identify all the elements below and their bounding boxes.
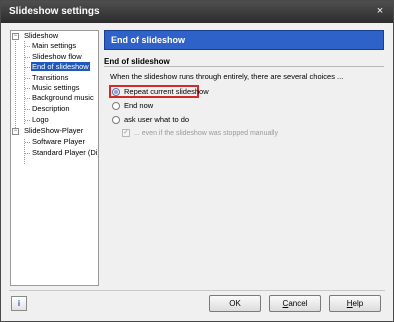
radio-label: End now	[124, 101, 154, 110]
tree-branch	[25, 67, 30, 68]
radio-ask-user[interactable]: ask user what to do	[112, 114, 189, 125]
tree-connector	[15, 39, 16, 134]
tree-node-label: SlideShow-Player	[24, 126, 84, 135]
tree-node-standard-player[interactable]: Standard Player (Di...	[31, 148, 99, 158]
tree-connector	[24, 41, 25, 124]
description-text: When the slideshow runs through entirely…	[110, 72, 344, 81]
tree-branch	[25, 98, 30, 99]
section-header: End of slideshow	[104, 30, 384, 50]
tree-node-label: Slideshow	[24, 31, 59, 40]
tree-branch	[25, 153, 30, 154]
tree-node-logo[interactable]: Logo	[31, 115, 50, 125]
tree-node-transitions[interactable]: Transitions	[31, 73, 69, 83]
radio-button-checked[interactable]	[112, 87, 120, 96]
tree-node-background-music[interactable]: Background music	[31, 93, 95, 103]
tree-node-label: Standard Player (Di...	[32, 148, 99, 157]
radio-button[interactable]	[112, 115, 120, 124]
tree-node-label: Background music	[32, 93, 94, 102]
tree-node-main-settings[interactable]: Main settings	[31, 41, 77, 51]
tree-node-label: Music settings	[32, 83, 80, 92]
tree-node-slideshow[interactable]: Slideshow	[23, 31, 59, 41]
tree-branch	[25, 88, 30, 89]
close-icon[interactable]: ×	[373, 4, 387, 18]
tree-branch	[25, 46, 30, 47]
even-if-stopped-checkbox-row[interactable]: ✓ ... even if the slideshow was stopped …	[122, 129, 278, 137]
checkbox-checked-disabled[interactable]: ✓	[122, 129, 130, 137]
tree-node-slideshow-player[interactable]: SlideShow-Player	[23, 126, 84, 136]
radio-label: ask user what to do	[124, 115, 190, 124]
help-button[interactable]: Help	[329, 295, 381, 312]
tree-branch	[25, 78, 30, 79]
tree-node-label: Transitions	[32, 73, 69, 82]
collapse-toggle-icon[interactable]: −	[12, 33, 19, 40]
tree-branch	[25, 57, 30, 58]
group-divider	[104, 66, 384, 67]
tree-node-label: Main settings	[32, 41, 77, 50]
collapse-toggle-icon[interactable]: −	[12, 128, 19, 135]
radio-repeat-slideshow[interactable]: Repeat current slideshow	[112, 86, 209, 97]
tree-node-slideshow-flow[interactable]: Slideshow flow	[31, 52, 83, 62]
cancel-label-rest: ancel	[288, 299, 308, 308]
tree-node-description[interactable]: Description	[31, 104, 71, 114]
tree-node-software-player[interactable]: Software Player	[31, 137, 86, 147]
group-title: End of slideshow	[104, 57, 170, 66]
tree-branch	[25, 109, 30, 110]
tree-node-label: End of slideshow	[31, 62, 90, 71]
tree-branch	[25, 120, 30, 121]
tree-node-label: Description	[32, 104, 70, 113]
tree-node-end-of-slideshow[interactable]: End of slideshow	[31, 62, 90, 72]
ok-button[interactable]: OK	[209, 295, 261, 312]
footer-divider	[9, 290, 385, 291]
tree-node-label: Logo	[32, 115, 49, 124]
cancel-button[interactable]: Cancel	[269, 295, 321, 312]
title-bar[interactable]: Slideshow settings ×	[1, 1, 393, 23]
checkbox-label: ... even if the slideshow was stopped ma…	[134, 129, 278, 137]
radio-end-now[interactable]: End now	[112, 100, 153, 111]
radio-button[interactable]	[112, 101, 120, 110]
slideshow-settings-dialog: Slideshow settings × − Slideshow Main se…	[0, 0, 394, 322]
tree-node-music-settings[interactable]: Music settings	[31, 83, 81, 93]
help-label-rest: elp	[352, 299, 364, 308]
info-icon[interactable]: i	[11, 296, 27, 311]
tree-node-label: Slideshow flow	[32, 52, 82, 61]
settings-tree[interactable]: − Slideshow Main settings Slideshow flow…	[10, 30, 99, 286]
tree-node-label: Software Player	[32, 137, 85, 146]
tree-branch	[25, 142, 30, 143]
window-title: Slideshow settings	[9, 6, 100, 17]
radio-label: Repeat current slideshow	[124, 87, 209, 96]
